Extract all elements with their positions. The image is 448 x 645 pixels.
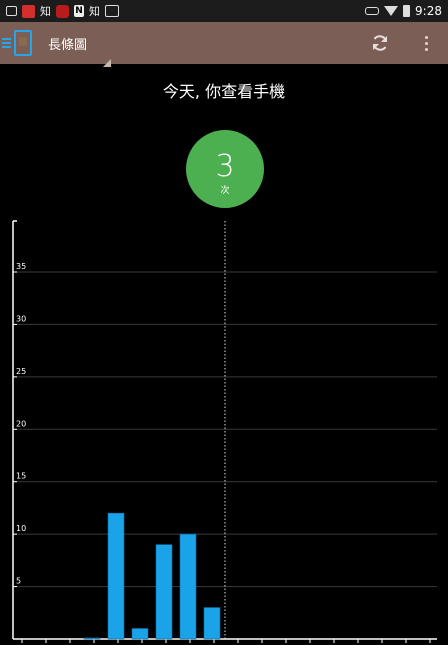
- y-tick-label: 30: [16, 314, 26, 323]
- system-status-icons: 9:28: [359, 4, 448, 18]
- check-count-unit: 次: [220, 186, 230, 196]
- dropdown-triangle-icon: [103, 58, 112, 67]
- news-notification-icon: [22, 4, 35, 18]
- battery-icon: [403, 5, 411, 17]
- refresh-icon: [373, 35, 387, 51]
- view-selector-dropdown[interactable]: 長條圖: [48, 34, 112, 67]
- page-headline: 今天, 你查看手機: [162, 82, 286, 101]
- check-count-badge: 3 次: [186, 130, 264, 208]
- hourly-bar-chart: 5 10 15 20 25 30 35: [12, 220, 437, 643]
- app-toolbar: 長條圖: [0, 22, 448, 67]
- n-notification-icon: N: [74, 5, 84, 17]
- dot: [424, 35, 428, 39]
- notification-icons: 知 N 知: [0, 3, 125, 19]
- app-logo-icon: [14, 30, 32, 56]
- refresh-button[interactable]: [368, 31, 392, 55]
- clock-time: 9:28: [415, 4, 442, 18]
- zhihu-notification-text-2: 知: [89, 5, 100, 18]
- bar-hour-7: [155, 544, 173, 640]
- y-tick-label: 10: [16, 524, 26, 533]
- dot: [424, 41, 428, 45]
- bar-hour-6: [131, 628, 149, 640]
- zhihu-notification-text: 知: [40, 5, 51, 18]
- view-title-label: 長條圖: [48, 37, 88, 53]
- bar-hour-9: [203, 607, 221, 640]
- bar-hour-4: [83, 637, 101, 640]
- bar-hour-8: [179, 533, 197, 640]
- y-tick-label: 35: [16, 262, 26, 271]
- y-tick-label: 15: [16, 472, 26, 481]
- status-bar: 知 N 知 9:28: [0, 0, 448, 22]
- image-notification-icon: [6, 6, 17, 16]
- check-count-value: 3: [215, 149, 235, 184]
- y-tick-label: 5: [16, 577, 21, 586]
- dot: [424, 47, 428, 51]
- y-tick-label: 20: [16, 419, 26, 428]
- bar-hour-5: [107, 512, 125, 640]
- clipboard-notification-icon: [105, 5, 119, 17]
- y-tick-label: 25: [16, 367, 26, 376]
- wifi-icon: [384, 6, 399, 16]
- app-notification-icon: [56, 4, 69, 18]
- overflow-menu-button[interactable]: [420, 31, 432, 55]
- vpn-key-icon: [365, 7, 380, 15]
- drawer-menu-icon[interactable]: [2, 38, 12, 48]
